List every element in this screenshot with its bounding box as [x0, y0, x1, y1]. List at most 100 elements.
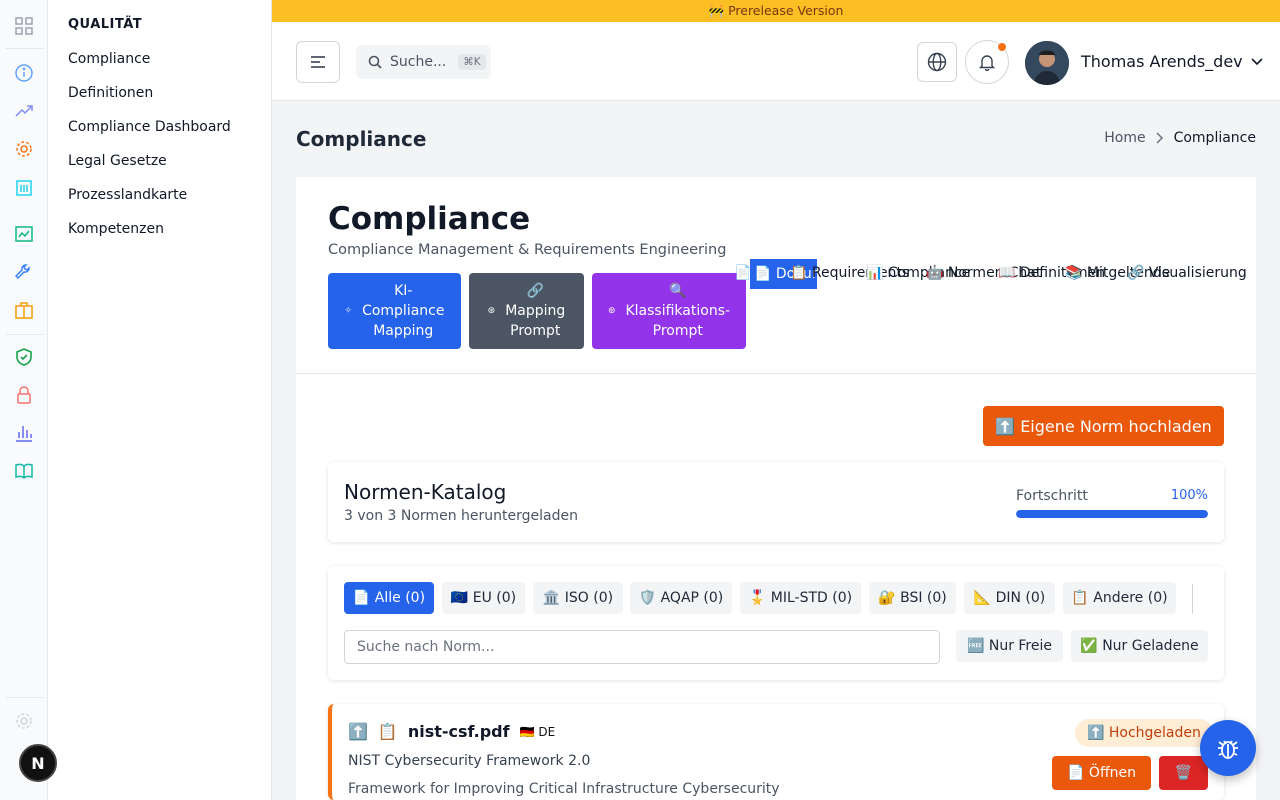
loaded-only-toggle[interactable]: ✅ Nur Geladene: [1071, 630, 1208, 662]
filter-din[interactable]: 📐 DIN (0): [964, 582, 1055, 614]
uploaded-badge: ⬆️ Hochgeladen: [1075, 719, 1213, 747]
normen-katalog-card: Normen-Katalog 3 von 3 Normen herunterge…: [328, 462, 1224, 542]
book-icon[interactable]: [14, 461, 34, 481]
link-icon: 🔗: [526, 283, 544, 299]
notification-dot: [998, 43, 1006, 51]
chevron-down-icon: [1251, 57, 1263, 65]
settings-icon[interactable]: [14, 711, 34, 731]
lock-icon[interactable]: [14, 385, 34, 405]
filter-andere[interactable]: 📋 Andere (0): [1063, 582, 1176, 614]
prerelease-banner: 🚧 Prerelease Version: [272, 0, 1280, 22]
norm-search-input[interactable]: [344, 630, 940, 664]
menu-toggle-button[interactable]: [296, 41, 340, 83]
progress-label: Fortschritt: [1016, 488, 1088, 504]
bug-report-button[interactable]: [1200, 720, 1256, 776]
search-input[interactable]: Suche... ⌘K: [356, 45, 491, 79]
tab-visualisierung[interactable]: 🔗 Visualisierung: [1127, 265, 1247, 281]
submenu: QUALITÄT Compliance Definitionen Complia…: [48, 0, 272, 800]
norm-language: 🇩🇪 DE: [519, 724, 556, 739]
submenu-item-legal-gesetze[interactable]: Legal Gesetze: [68, 153, 167, 169]
chart-icon[interactable]: [14, 224, 34, 244]
radio-dot-icon: ⊛: [607, 306, 616, 316]
submenu-item-prozesslandkarte[interactable]: Prozesslandkarte: [68, 187, 187, 203]
icon-rail: N: [0, 0, 57, 800]
sparkle-icon: ✧: [344, 306, 353, 316]
free-only-toggle[interactable]: 🆓 Nur Freie: [956, 630, 1063, 662]
language-button[interactable]: [917, 42, 957, 82]
shield-check-icon[interactable]: [14, 347, 34, 367]
norm-filename: nist-csf.pdf: [407, 722, 510, 741]
rail-divider: [6, 48, 44, 49]
norm-item: ⬆️ 📋 nist-csf.pdf 🇩🇪 DE NIST Cybersecuri…: [328, 704, 1224, 800]
upload-norm-button[interactable]: ⬆️ Eigene Norm hochladen: [983, 406, 1224, 446]
mapping-prompt-label: Mapping Prompt: [505, 303, 566, 339]
trending-icon[interactable]: [14, 101, 34, 121]
search-shortcut: ⌘K: [458, 54, 486, 70]
gear-icon[interactable]: [14, 139, 34, 159]
norm-description: Framework for Improving Critical Infrast…: [348, 781, 780, 797]
user-avatar-small[interactable]: N: [19, 744, 57, 782]
filter-card: 📄 Alle (0) 🇪🇺 EU (0) 🏛️ ISO (0) 🛡️ AQAP …: [328, 566, 1224, 680]
top-header: Suche... ⌘K Thomas Arends_dev: [272, 22, 1280, 101]
breadcrumb-current: Compliance: [1173, 130, 1256, 146]
info-icon[interactable]: [14, 63, 34, 83]
klassifikations-prompt-label: Klassifikations- Prompt: [625, 303, 731, 339]
rail-divider: [6, 697, 44, 698]
submenu-item-kompetenzen[interactable]: Kompetenzen: [68, 221, 164, 237]
progress-value: 100%: [1170, 488, 1208, 503]
user-name: Thomas Arends_dev: [1081, 52, 1243, 71]
compliance-tabs: 📄 📄 Dokumente 📋 Requirements 📊 Complianc…: [734, 259, 1254, 291]
hero-title: Compliance: [328, 201, 531, 237]
document-icon: 📋: [377, 722, 398, 741]
open-norm-button[interactable]: 📄 Öffnen: [1052, 756, 1151, 790]
filter-mil-std[interactable]: 🎖️ MIL-STD (0): [740, 582, 861, 614]
compliance-panel: Compliance Compliance Management & Requi…: [296, 177, 1256, 800]
rail-divider: [6, 334, 44, 335]
filter-alle[interactable]: 📄 Alle (0): [344, 582, 434, 614]
search-icon: [368, 55, 382, 69]
breadcrumb-home[interactable]: Home: [1104, 130, 1145, 146]
menu-icon: [311, 56, 325, 68]
filter-eu[interactable]: 🇪🇺 EU (0): [442, 582, 525, 614]
submenu-item-definitionen[interactable]: Definitionen: [68, 85, 153, 101]
breadcrumb: Home Compliance: [1104, 130, 1256, 146]
submenu-heading: QUALITÄT: [68, 17, 143, 32]
delete-norm-button[interactable]: 🗑️: [1159, 756, 1208, 790]
bug-icon: [1218, 740, 1238, 759]
panel-divider: [296, 373, 1256, 374]
filter-aqap[interactable]: 🛡️ AQAP (0): [630, 582, 732, 614]
ki-compliance-mapping-button[interactable]: ✧ KI- Compliance Mapping: [328, 273, 461, 349]
wrench-icon[interactable]: [14, 262, 34, 282]
user-avatar[interactable]: [1025, 41, 1069, 85]
filter-bsi[interactable]: 🔐 BSI (0): [869, 582, 956, 614]
page-title: Compliance: [296, 127, 427, 151]
catalog-title: Normen-Katalog: [344, 480, 507, 504]
klassifikations-prompt-button[interactable]: ⊛ 🔍 Klassifikations- Prompt: [592, 273, 746, 349]
bar-chart-icon[interactable]: [14, 423, 34, 443]
norm-header: ⬆️ 📋 nist-csf.pdf 🇩🇪 DE: [348, 722, 555, 741]
chevron-right-icon: [1156, 132, 1163, 144]
progress-bar: [1016, 510, 1208, 518]
progress-fill: [1016, 510, 1208, 518]
building-icon[interactable]: [14, 177, 34, 197]
radio-dot-icon: ⊛: [487, 306, 496, 316]
catalog-subtitle: 3 von 3 Normen heruntergeladen: [344, 508, 578, 524]
user-menu[interactable]: Thomas Arends_dev: [1081, 52, 1263, 71]
filter-iso[interactable]: 🏛️ ISO (0): [533, 582, 623, 614]
tab-dokumente-icon: 📄: [734, 265, 752, 281]
norm-title: NIST Cybersecurity Framework 2.0: [348, 753, 591, 769]
hero-subtitle: Compliance Management & Requirements Eng…: [328, 242, 727, 258]
submenu-item-compliance[interactable]: Compliance: [68, 51, 150, 67]
submenu-item-compliance-dashboard[interactable]: Compliance Dashboard: [68, 119, 231, 135]
ki-compliance-mapping-label: KI- Compliance Mapping: [362, 283, 445, 339]
briefcase-icon[interactable]: [14, 300, 34, 320]
filter-divider: [1192, 584, 1193, 614]
notifications-button[interactable]: [965, 40, 1009, 84]
mapping-prompt-button[interactable]: ⊛ 🔗 Mapping Prompt: [469, 273, 584, 349]
bell-icon: [978, 55, 996, 71]
grid-icon[interactable]: [14, 16, 34, 36]
search-placeholder: Suche...: [390, 54, 447, 70]
upload-icon: ⬆️: [348, 722, 368, 741]
globe-icon: [927, 52, 947, 72]
magnifier-icon: 🔍: [669, 283, 687, 299]
